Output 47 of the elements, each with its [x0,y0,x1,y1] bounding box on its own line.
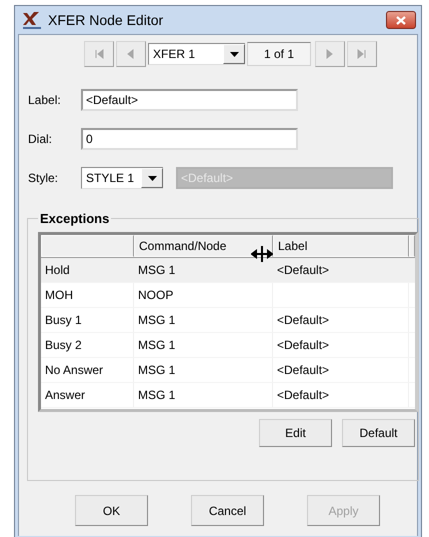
dialog-button[interactable]: Cancel [191,495,264,526]
table-cell: Hold [41,258,134,282]
table-cell: MSG 1 [134,358,273,382]
table-row[interactable]: Hold MSG 1 <Default> [41,258,415,283]
field-label: Label: [28,93,62,107]
table-cell: No Answer [41,358,134,382]
table-cell: Busy 2 [41,333,134,357]
table-cell: Answer [41,383,134,407]
group-title: Exceptions [39,211,110,226]
text-field[interactable]: 0 [81,128,298,150]
column-header: Label [273,235,409,257]
table-row[interactable]: Busy 1 MSG 1 <Default> [41,308,415,333]
field-label: Dial: [28,132,54,146]
style-dropdown[interactable]: STYLE 1 [81,167,163,189]
record-count: 1 of 1 [247,42,311,66]
table-cell: <Default> [273,258,409,282]
record-dropdown[interactable]: XFER 1 [148,43,245,65]
dropdown-arrow-icon [230,52,238,56]
dialog-button[interactable]: OK [75,495,148,526]
table-row[interactable]: No Answer MSG 1 <Default> [41,358,415,383]
table-cell: <Default> [273,383,409,407]
action-button[interactable]: Edit [259,419,332,447]
close-icon [396,16,406,24]
first-arrow-icon [93,48,105,60]
text-field[interactable]: <Default> [81,89,298,111]
action-button[interactable]: Default [342,419,415,447]
table-cell: MOH [41,283,134,307]
table-cell: <Default> [273,308,409,332]
table-cell: MSG 1 [134,383,273,407]
field-label: Style: [28,171,60,185]
table-cell: <Default> [273,333,409,357]
column-header [409,235,415,257]
table-cell: MSG 1 [134,333,273,357]
table-cell: NOOP [134,283,273,307]
table-row[interactable]: MOH NOOP [41,283,415,308]
app-icon [22,11,42,29]
dropdown-arrow-icon [148,176,156,180]
window-title: XFER Node Editor [48,12,164,28]
column-header: Command/Node [134,235,273,257]
table-cell: Busy 1 [41,308,134,332]
table-cell: <Default> [273,358,409,382]
table-cell: MSG 1 [134,308,273,332]
last-arrow-icon [356,48,368,60]
close-button[interactable] [386,11,416,29]
table-row[interactable]: Busy 2 MSG 1 <Default> [41,333,415,358]
resize-cursor-icon [251,245,273,263]
table-row[interactable]: Answer MSG 1 <Default> [41,383,415,408]
